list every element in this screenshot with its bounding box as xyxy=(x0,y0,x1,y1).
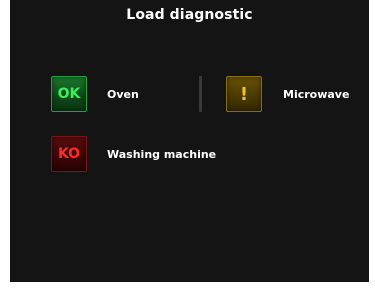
status-text: ! xyxy=(239,83,249,105)
load-name-microwave: Microwave xyxy=(283,88,350,101)
load-name-washing-machine: Washing machine xyxy=(107,148,217,161)
status-text: KO xyxy=(57,146,81,162)
ko-status-icon: KO xyxy=(51,136,87,172)
ok-status-icon: OK xyxy=(51,76,87,112)
page-title: Load diagnostic xyxy=(126,7,253,23)
diagnostic-screen: Load diagnostic OK Oven ! Microwave KO W… xyxy=(10,0,369,282)
column-divider xyxy=(199,76,202,112)
load-name-oven: Oven xyxy=(107,88,139,101)
status-text: OK xyxy=(57,86,81,102)
warning-status-icon: ! xyxy=(226,76,262,112)
